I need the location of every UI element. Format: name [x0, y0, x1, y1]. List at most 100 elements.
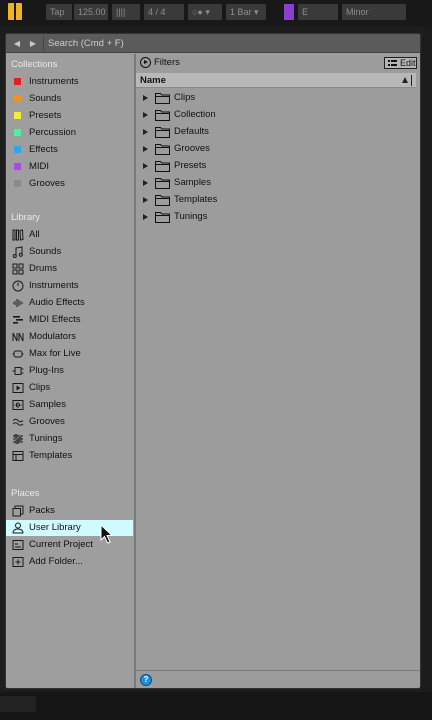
- filters-bar: Filters Edit: [136, 54, 420, 72]
- time-signature[interactable]: 4 / 4: [144, 4, 184, 20]
- folder-row-samples[interactable]: Samples: [136, 175, 416, 192]
- expand-triangle-icon[interactable]: [143, 180, 148, 186]
- purple-tag-icon: [14, 163, 21, 170]
- expand-triangle-icon[interactable]: [143, 163, 148, 169]
- library-sounds[interactable]: Sounds: [6, 244, 133, 260]
- library-tunings[interactable]: Tunings: [6, 431, 133, 447]
- filters-toggle-icon[interactable]: [140, 57, 151, 68]
- clip-play-icon: [12, 382, 24, 394]
- library-max-for-live[interactable]: Max for Live: [6, 346, 133, 362]
- folder-name: Samples: [174, 177, 211, 188]
- column-name-label: Name: [140, 75, 166, 86]
- scale-menu[interactable]: Minor: [342, 4, 406, 20]
- library-heading: Library: [11, 212, 41, 223]
- clock-knob-icon: [12, 280, 24, 292]
- library-midi-effects[interactable]: MIDI Effects: [6, 312, 133, 328]
- folder-icon: [155, 110, 170, 121]
- collection-effects[interactable]: Effects: [6, 142, 133, 158]
- folder-row-clips[interactable]: Clips: [136, 90, 416, 107]
- library-templates[interactable]: Templates: [6, 448, 133, 464]
- midi-bars-icon: [12, 314, 24, 326]
- expand-triangle-icon[interactable]: [143, 95, 148, 101]
- library-audio-effects[interactable]: Audio Effects: [6, 295, 133, 311]
- orange-tag-icon: [14, 95, 21, 102]
- collection-grooves[interactable]: Grooves: [6, 176, 133, 192]
- browser-status-bar: ?: [136, 670, 420, 688]
- project-icon: [12, 539, 24, 551]
- library-modulators[interactable]: Modulators: [6, 329, 133, 345]
- template-icon: [12, 450, 24, 462]
- max-icon: [12, 348, 24, 360]
- quantize-menu[interactable]: 1 Bar ▾: [226, 4, 266, 20]
- library-drums[interactable]: Drums: [6, 261, 133, 277]
- library-plug-ins[interactable]: Plug-Ins: [6, 363, 133, 379]
- back-arrow-icon[interactable]: ◀: [10, 37, 24, 50]
- library-label: Clips: [29, 382, 51, 393]
- expand-triangle-icon[interactable]: [143, 214, 148, 220]
- tempo-nudge[interactable]: ||||: [112, 4, 140, 20]
- sample-wave-icon: [12, 399, 24, 411]
- place-packs[interactable]: Packs: [6, 503, 133, 519]
- edit-list-icon: [388, 60, 397, 66]
- library-all[interactable]: All: [6, 227, 133, 243]
- tap-button[interactable]: Tap: [46, 4, 72, 20]
- expand-triangle-icon[interactable]: [143, 146, 148, 152]
- library-instruments[interactable]: Instruments: [6, 278, 133, 294]
- folder-icon: [155, 178, 170, 189]
- collection-instruments[interactable]: Instruments: [6, 74, 133, 90]
- library-label: Instruments: [29, 280, 79, 291]
- collection-label: Instruments: [29, 76, 79, 87]
- library-grooves[interactable]: Grooves: [6, 414, 133, 430]
- nav-divider: [43, 36, 44, 51]
- library-label: Sounds: [29, 246, 62, 257]
- collection-percussion[interactable]: Percussion: [6, 125, 133, 141]
- live-logo-icon: [8, 3, 22, 20]
- place-add-folder[interactable]: Add Folder...: [6, 554, 133, 570]
- folder-name: Presets: [174, 160, 207, 171]
- expand-triangle-icon[interactable]: [143, 112, 148, 118]
- edit-button[interactable]: Edit: [384, 57, 417, 69]
- record-controls[interactable]: ○● ▾: [188, 4, 222, 20]
- collection-sounds[interactable]: Sounds: [6, 91, 133, 107]
- packs-icon: [12, 505, 24, 517]
- folder-row-templates[interactable]: Templates: [136, 192, 416, 209]
- collections-heading: Collections: [11, 59, 58, 70]
- folder-row-tunings[interactable]: Tunings: [136, 209, 416, 226]
- folder-row-presets[interactable]: Presets: [136, 158, 416, 175]
- sort-ascending-icon[interactable]: [402, 77, 408, 83]
- column-resize-handle[interactable]: [411, 75, 412, 86]
- filters-label[interactable]: Filters: [154, 57, 180, 68]
- expand-triangle-icon[interactable]: [143, 129, 148, 135]
- folder-row-defaults[interactable]: Defaults: [136, 124, 416, 141]
- plug-icon: [12, 365, 24, 377]
- folder-name: Tunings: [174, 211, 208, 222]
- folder-name: Grooves: [174, 143, 210, 154]
- collection-label: Presets: [29, 110, 62, 121]
- expand-triangle-icon[interactable]: [143, 197, 148, 203]
- library-label: Audio Effects: [29, 297, 85, 308]
- forward-arrow-icon[interactable]: ▶: [26, 37, 40, 50]
- folder-row-grooves[interactable]: Grooves: [136, 141, 416, 158]
- scale-mode-toggle[interactable]: [284, 4, 294, 20]
- tempo-field[interactable]: 125.00: [74, 4, 108, 20]
- info-icon[interactable]: ?: [140, 674, 152, 686]
- library-label: Modulators: [29, 331, 76, 342]
- name-column-header[interactable]: Name: [136, 73, 416, 88]
- collection-midi[interactable]: MIDI: [6, 159, 133, 175]
- collection-presets[interactable]: Presets: [6, 108, 133, 124]
- yellow-tag-icon: [14, 112, 21, 119]
- browser-content: Filters Edit Name Clips Collection Defau…: [136, 54, 420, 688]
- browser-panel: ◀ ▶ Collections Instruments Sounds Prese…: [5, 33, 421, 689]
- search-input[interactable]: [48, 36, 408, 51]
- folder-name: Templates: [174, 194, 218, 205]
- user-icon: [12, 522, 24, 534]
- library-label: Drums: [29, 263, 57, 274]
- waveform-icon: [12, 297, 24, 309]
- library-samples[interactable]: Samples: [6, 397, 133, 413]
- library-clips[interactable]: Clips: [6, 380, 133, 396]
- key-menu[interactable]: E: [298, 4, 338, 20]
- collection-label: MIDI: [29, 161, 50, 172]
- note-icon: [12, 246, 24, 258]
- folder-row-collection[interactable]: Collection: [136, 107, 416, 124]
- folder-icon: [155, 144, 170, 155]
